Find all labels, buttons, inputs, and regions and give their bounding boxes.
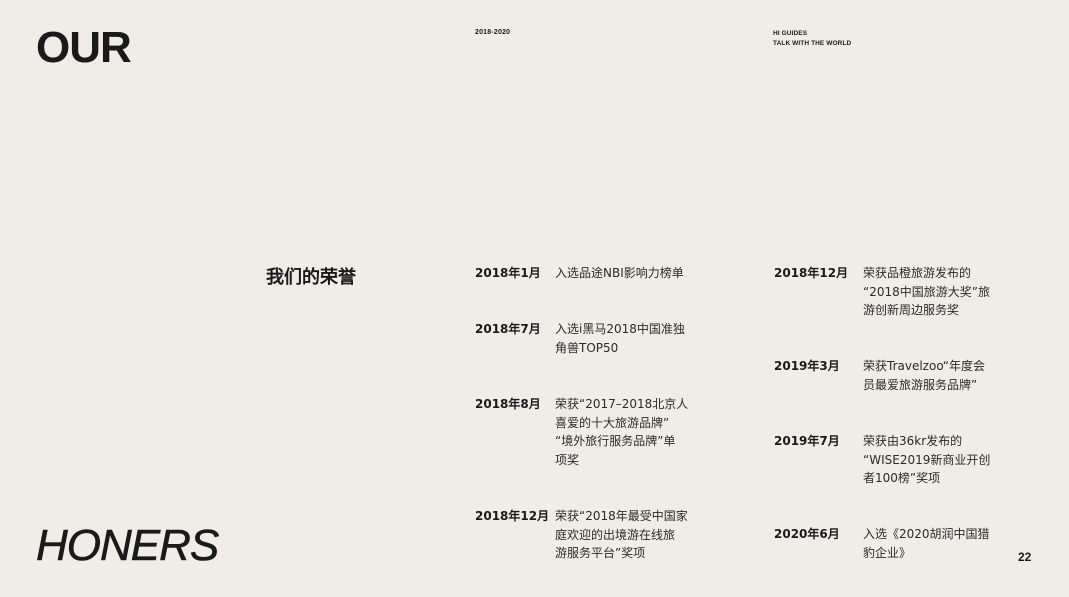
desc-line: 荣获Travelzoo“年度会 <box>863 359 985 373</box>
section-title: 我们的荣誉 <box>266 267 356 288</box>
title-our: OUR <box>36 23 132 72</box>
honor-date: 2018年7月 <box>475 322 541 336</box>
title-honers: HONERS <box>36 521 220 571</box>
desc-line: 项奖 <box>555 453 580 468</box>
honor-description: 荣获Travelzoo“年度会 员最爱旅游服务品牌” <box>863 357 985 394</box>
desc-line: 游创新周边服务奖 <box>863 303 960 318</box>
desc-line: 荣获“2017–2018北京人 <box>555 397 689 411</box>
desc-line: 荣获由36kr发布的 <box>863 434 963 448</box>
desc-line: 者100榜”奖项 <box>863 471 941 486</box>
honor-description: 入选品途NBI影响力榜单 <box>555 264 684 283</box>
desc-line: 游服务平台”奖项 <box>555 546 646 561</box>
desc-line: “WISE2019新商业开创 <box>863 452 991 467</box>
honor-description: 入选i黑马2018中国准独 角兽TOP50 <box>555 320 685 357</box>
honor-description: 荣获“2018年最受中国家 庭欢迎的出境游在线旅 游服务平台”奖项 <box>555 507 688 563</box>
desc-line: 喜爱的十大旅游品牌” <box>555 415 670 430</box>
desc-line: 豹企业》 <box>863 545 912 560</box>
desc-line: 入选i黑马2018中国准独 <box>555 322 685 336</box>
honor-date: 2020年6月 <box>774 527 840 541</box>
honor-date: 2019年7月 <box>774 434 840 448</box>
honor-description: 荣获“2017–2018北京人 喜爱的十大旅游品牌” “境外旅行服务品牌”单 项… <box>555 395 688 470</box>
honor-date: 2018年8月 <box>475 397 541 411</box>
honor-description: 荣获由36kr发布的 “WISE2019新商业开创 者100榜”奖项 <box>863 432 990 488</box>
brand-name: HI GUIDES <box>773 30 808 37</box>
desc-line: “境外旅行服务品牌”单 <box>555 434 676 449</box>
honor-date: 2018年12月 <box>774 266 849 280</box>
honor-date: 2018年12月 <box>475 509 550 523</box>
honor-description: 荣获品橙旅游发布的 “2018中国旅游大奖”旅 游创新周边服务奖 <box>863 264 990 320</box>
desc-line: 荣获品橙旅游发布的 <box>863 266 972 280</box>
desc-line: “2018中国旅游大奖”旅 <box>863 284 990 299</box>
brand-tagline: HI GUIDES TALK WITH THE WORLD <box>773 29 851 49</box>
desc-line: 员最爱旅游服务品牌” <box>863 377 978 392</box>
honor-date: 2018年1月 <box>475 266 541 280</box>
honor-description: 入选《2020胡润中国猎 豹企业》 <box>863 525 990 562</box>
brand-slogan: TALK WITH THE WORLD <box>773 40 852 47</box>
desc-line: 入选品途NBI影响力榜单 <box>555 266 684 280</box>
honor-date: 2019年3月 <box>774 359 840 373</box>
desc-line: 荣获“2018年最受中国家 <box>555 509 688 523</box>
desc-line: 庭欢迎的出境游在线旅 <box>555 527 676 542</box>
page-number: 22 <box>1018 550 1032 564</box>
desc-line: 入选《2020胡润中国猎 <box>863 527 990 541</box>
desc-line: 角兽TOP50 <box>555 340 619 355</box>
year-range: 2018-2020 <box>475 29 511 36</box>
